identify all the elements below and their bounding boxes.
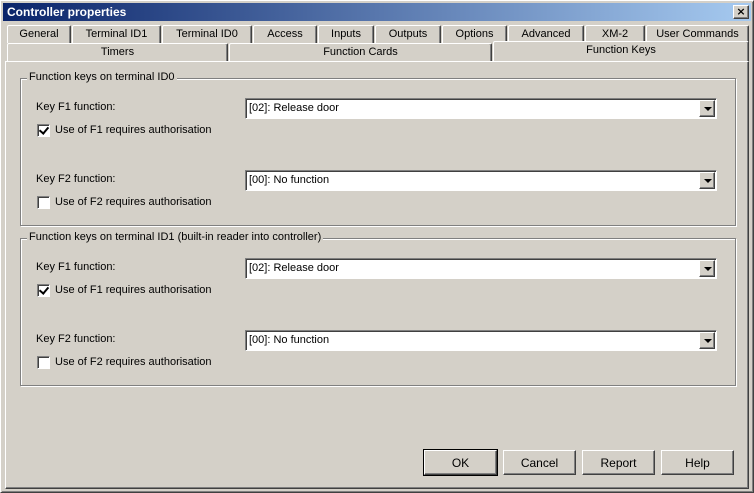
key-f1-label: Key F1 function: (36, 101, 116, 113)
tab-terminal-id1[interactable]: Terminal ID1 (72, 25, 161, 43)
key-f1-function-value: [02]: Release door (249, 102, 339, 114)
chevron-down-icon[interactable] (699, 100, 715, 117)
key-f1-function-select[interactable]: [02]: Release door (245, 258, 717, 279)
tab-terminal-id0[interactable]: Terminal ID0 (162, 25, 252, 43)
window-title: Controller properties (7, 5, 127, 19)
key-f2-function-select[interactable]: [00]: No function (245, 170, 717, 191)
f1-auth-checkbox-row[interactable]: Use of F1 requires authorisation (37, 284, 257, 298)
f1-auth-checkbox[interactable] (37, 124, 50, 137)
chevron-down-icon[interactable] (699, 260, 715, 277)
key-f2-label: Key F2 function: (36, 173, 116, 185)
tab-inputs[interactable]: Inputs (318, 25, 374, 43)
tab-access[interactable]: Access (253, 25, 317, 43)
help-button[interactable]: Help (661, 450, 734, 475)
group-terminal-id0: Function keys on terminal ID0 Key F1 fun… (20, 71, 736, 226)
key-f2-function-select[interactable]: [00]: No function (245, 330, 717, 351)
group-terminal-id1: Function keys on terminal ID1 (built-in … (20, 231, 736, 386)
tab-outputs[interactable]: Outputs (375, 25, 441, 43)
tab-general[interactable]: General (7, 25, 71, 43)
key-f1-function-value: [02]: Release door (249, 262, 339, 274)
f2-auth-label: Use of F2 requires authorisation (55, 196, 212, 208)
f1-auth-checkbox[interactable] (37, 284, 50, 297)
key-f2-function-value: [00]: No function (249, 174, 330, 186)
chevron-down-icon[interactable] (699, 172, 715, 189)
f2-auth-checkbox-row[interactable]: Use of F2 requires authorisation (37, 356, 257, 370)
cancel-button[interactable]: Cancel (503, 450, 576, 475)
controller-properties-dialog: Controller properties × General Terminal… (0, 0, 754, 493)
group-title: Function keys on terminal ID1 (built-in … (27, 231, 324, 243)
report-button[interactable]: Report (582, 450, 655, 475)
f2-auth-checkbox-row[interactable]: Use of F2 requires authorisation (37, 196, 257, 210)
ok-button[interactable]: OK (423, 449, 498, 476)
f1-auth-label: Use of F1 requires authorisation (55, 124, 212, 136)
key-f2-function-value: [00]: No function (249, 334, 330, 346)
close-icon[interactable]: × (733, 5, 749, 19)
key-f1-label: Key F1 function: (36, 261, 116, 273)
f2-auth-checkbox[interactable] (37, 356, 50, 369)
chevron-down-icon[interactable] (699, 332, 715, 349)
group-title: Function keys on terminal ID0 (27, 71, 177, 83)
f1-auth-checkbox-row[interactable]: Use of F1 requires authorisation (37, 124, 257, 138)
key-f1-function-select[interactable]: [02]: Release door (245, 98, 717, 119)
key-f2-label: Key F2 function: (36, 333, 116, 345)
tab-function-cards[interactable]: Function Cards (229, 43, 492, 61)
tab-panel-function-keys: Function keys on terminal ID0 Key F1 fun… (5, 61, 749, 489)
f2-auth-label: Use of F2 requires authorisation (55, 356, 212, 368)
f2-auth-checkbox[interactable] (37, 196, 50, 209)
f1-auth-label: Use of F1 requires authorisation (55, 284, 212, 296)
tab-function-keys[interactable]: Function Keys (493, 41, 749, 61)
title-bar: Controller properties × (3, 3, 751, 21)
tab-timers[interactable]: Timers (7, 43, 228, 61)
